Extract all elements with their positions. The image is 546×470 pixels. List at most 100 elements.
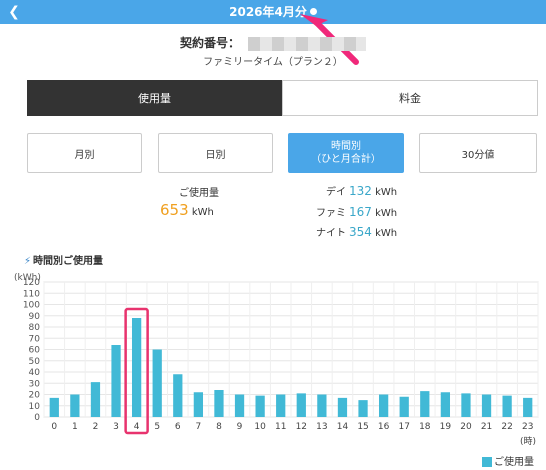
tab-30min[interactable]: 30分値: [419, 133, 537, 173]
bar-hour-21: [481, 394, 492, 417]
y-tick-label: 110: [23, 289, 40, 299]
x-tick-label: 2: [93, 422, 99, 432]
bar-hour-10: [255, 395, 265, 417]
y-tick-label: 80: [29, 323, 41, 333]
total-usage-unit: kWh: [191, 207, 214, 218]
y-tick-label: 20: [29, 391, 41, 401]
bar-hour-0: [49, 397, 59, 417]
breakdown-family-label: ファミ: [316, 208, 346, 219]
legend-label: ご使用量: [494, 457, 534, 468]
y-tick-label: 10: [29, 402, 41, 412]
y-tick-label: 90: [29, 312, 41, 322]
x-tick-label: 3: [113, 422, 119, 432]
x-tick-label: 14: [337, 422, 349, 432]
breakdown-night-value: 354: [349, 225, 372, 239]
y-axis-label: (kWh): [14, 273, 41, 283]
bar-hour-14: [337, 397, 348, 417]
x-tick-label: 12: [296, 422, 307, 432]
bar-hour-4: [131, 318, 142, 417]
x-tick-label: 20: [460, 422, 472, 432]
bar-hour-13: [317, 394, 327, 417]
x-tick-label: 7: [196, 422, 202, 432]
x-tick-label: 15: [357, 422, 368, 432]
bar-hour-7: [193, 392, 204, 417]
x-tick-label: 19: [440, 422, 452, 432]
contract-number-row: 契約番号：: [0, 34, 546, 51]
x-tick-label: 0: [51, 422, 57, 432]
bar-hour-3: [111, 345, 121, 417]
plan-name: ファミリータイム（プラン２）: [203, 57, 343, 68]
bar-hour-9: [234, 394, 245, 417]
breakdown-family: ファミ 167 kWh: [310, 205, 430, 221]
x-tick-label: 10: [254, 422, 266, 432]
x-tick-label: 17: [398, 422, 409, 432]
x-tick-label: 1: [72, 422, 78, 432]
x-tick-label: 22: [501, 422, 512, 432]
breakdown-night-label: ナイト: [316, 228, 346, 239]
tab-hourly-sublabel: （ひと月合計）: [311, 154, 381, 165]
x-tick-label: 11: [275, 422, 286, 432]
tab-monthly[interactable]: 月別: [27, 133, 142, 173]
x-tick-label: 23: [522, 422, 533, 432]
tab-daily-label: 日別: [205, 149, 226, 161]
total-usage-label: ご使用量: [179, 188, 219, 199]
x-tick-label: 21: [481, 422, 492, 432]
chart-section-title: ⚡ 時間別ご使用量: [24, 252, 103, 267]
x-tick-label: 5: [154, 422, 160, 432]
bar-hour-8: [214, 390, 224, 417]
breakdown-family-value: 167: [349, 205, 372, 219]
breakdown-night-unit: kWh: [375, 228, 398, 239]
total-usage-value: 653 kWh: [160, 201, 260, 219]
tab-hourly[interactable]: 時間別 （ひと月合計）: [288, 133, 404, 173]
x-tick-label: 18: [419, 422, 431, 432]
legend-swatch: [482, 457, 492, 467]
breakdown-day-label: デイ: [326, 187, 346, 198]
breakdown-day-unit: kWh: [375, 187, 398, 198]
bar-hour-11: [276, 394, 286, 417]
chart-legend: ご使用量: [482, 453, 534, 468]
chart-title-text: 時間別ご使用量: [33, 256, 104, 267]
bar-hour-15: [358, 400, 368, 417]
plug-icon: ⚡: [24, 256, 32, 267]
x-tick-label: 13: [316, 422, 327, 432]
tab-daily[interactable]: 日別: [158, 133, 273, 173]
y-tick-label: 30: [29, 379, 41, 389]
bar-hour-2: [90, 382, 101, 417]
bar-hour-16: [378, 394, 389, 417]
breakdown-family-unit: kWh: [375, 208, 398, 219]
total-usage-number: 653: [160, 201, 189, 219]
breakdown-night: ナイト 354 kWh: [310, 225, 430, 241]
y-tick-label: 70: [29, 334, 41, 344]
fee-segment-button[interactable]: 料金: [282, 80, 538, 116]
bar-hour-20: [461, 393, 471, 417]
breakdown-day: デイ 132 kWh: [310, 184, 430, 200]
x-tick-label: 6: [175, 422, 181, 432]
y-tick-label: 40: [29, 368, 41, 378]
y-tick-label: 0: [34, 413, 40, 423]
tab-30min-label: 30分値: [461, 149, 495, 161]
x-tick-label: 8: [216, 422, 222, 432]
contract-number-label: 契約番号：: [179, 36, 240, 50]
bar-hour-6: [173, 374, 183, 417]
x-tick-label: 4: [134, 422, 140, 432]
hourly-usage-chart: 0102030405060708090100110120(kWh)0 1 2 3 4 5 6…: [14, 273, 539, 447]
bar-hour-1: [70, 394, 80, 417]
x-tick-label: 9: [237, 422, 243, 432]
tab-hourly-label: 時間別: [331, 141, 361, 152]
y-tick-label: 60: [29, 346, 41, 356]
bar-hour-22: [502, 395, 512, 417]
y-tick-label: 100: [23, 301, 40, 311]
x-tick-label: 16: [378, 422, 390, 432]
bar-hour-23: [523, 397, 533, 417]
x-axis-label: (時): [520, 436, 536, 447]
y-tick-label: 50: [29, 357, 41, 367]
usage-segment-button[interactable]: 使用量: [27, 80, 282, 116]
bar-hour-19: [440, 392, 451, 417]
bar-hour-17: [399, 396, 409, 417]
tab-monthly-label: 月別: [74, 149, 95, 161]
bar-hour-5: [152, 349, 162, 417]
bar-hour-18: [420, 391, 430, 417]
bar-hour-12: [296, 393, 306, 417]
contract-number-masked: [248, 36, 366, 51]
breakdown-day-value: 132: [349, 184, 372, 198]
